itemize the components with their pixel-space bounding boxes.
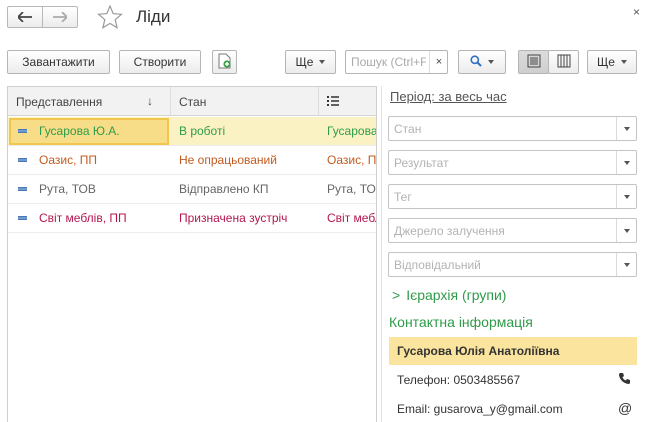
add-document-icon xyxy=(218,53,232,72)
hierarchy-toggle[interactable]: > Ієрархія (групи) xyxy=(392,287,506,303)
panel-divider xyxy=(381,86,382,422)
list-view-icon xyxy=(527,54,541,71)
chevron-down-icon xyxy=(620,60,627,64)
chevron-down-icon[interactable] xyxy=(616,219,636,242)
create-button-label: Створити xyxy=(133,55,187,69)
filter-state-select[interactable]: Стан xyxy=(388,116,637,141)
favorite-star-icon[interactable] xyxy=(97,4,123,32)
clear-search-icon[interactable]: × xyxy=(429,51,448,73)
contact-name: Гусарова Юлія Анатоліївна xyxy=(389,337,637,365)
cell-extra: Рута, ТОВ xyxy=(327,182,376,196)
filter-responsible-select[interactable]: Відповідальний xyxy=(388,252,637,277)
sort-down-icon: ↓ xyxy=(147,94,153,108)
lead-item-icon xyxy=(18,129,27,133)
search-field[interactable]: × xyxy=(345,50,448,74)
cell-extra: Оазис, ПП xyxy=(327,153,377,167)
search-button[interactable] xyxy=(458,50,506,74)
create-button[interactable]: Створити xyxy=(119,50,201,74)
hierarchy-label: Ієрархія (групи) xyxy=(406,287,507,303)
chevron-down-icon[interactable] xyxy=(616,151,636,174)
column-header-settings[interactable] xyxy=(319,87,376,116)
forward-button[interactable] xyxy=(42,6,78,28)
chevron-down-icon[interactable] xyxy=(616,117,636,140)
list-view-button[interactable] xyxy=(518,50,549,74)
cell-state: Відправлено КП xyxy=(179,182,269,196)
filter-placeholder: Стан xyxy=(394,122,422,136)
cell-extra: Гусарова Юлія Анатоліївна xyxy=(327,124,377,138)
chevron-down-icon[interactable] xyxy=(616,253,636,276)
chevron-down-icon[interactable] xyxy=(616,185,636,208)
table-row[interactable]: Оазис, ПП Не опрацьований Оазис, ПП xyxy=(8,146,377,175)
cell-state: Не опрацьований xyxy=(179,153,277,167)
period-filter-link[interactable]: Період: за весь час xyxy=(390,89,507,104)
arrow-right-icon xyxy=(53,12,67,22)
table-row[interactable]: Світ меблів, ПП Призначена зустріч Світ ме… xyxy=(8,204,376,233)
lead-item-icon xyxy=(18,187,27,191)
tree-view-button[interactable] xyxy=(548,50,579,74)
page-title: Ліди xyxy=(136,7,171,26)
column-header-state[interactable]: Стан xyxy=(171,87,319,116)
chevron-down-icon xyxy=(488,60,494,64)
cell-extra: Світ меблів, ПП xyxy=(327,211,376,225)
column-header-representation[interactable]: Представлення ↓ xyxy=(8,87,171,116)
cell-state: В роботі xyxy=(179,124,226,138)
filter-placeholder: Відповідальний xyxy=(394,258,481,272)
cell-representation: Гусарова Ю.А. xyxy=(39,124,120,138)
more-button-label: Ще xyxy=(295,55,314,69)
load-button[interactable]: Завантажити xyxy=(7,50,110,74)
add-document-button[interactable] xyxy=(212,50,237,74)
columns-view-icon xyxy=(557,54,571,71)
lead-item-icon xyxy=(18,216,27,220)
contact-email: Email: gusarova_y@gmail.com xyxy=(397,402,563,416)
table-row[interactable]: Рута, ТОВ Відправлено КП Рута, ТОВ xyxy=(8,175,376,204)
more-button[interactable]: Ще xyxy=(285,50,336,74)
load-button-label: Завантажити xyxy=(22,55,95,69)
cell-representation: Світ меблів, ПП xyxy=(39,211,127,225)
cell-representation: Рута, ТОВ xyxy=(39,182,96,196)
more-button-2[interactable]: Ще xyxy=(587,50,637,74)
more-button-2-label: Ще xyxy=(597,55,615,69)
arrow-left-icon xyxy=(18,12,32,22)
column-label: Стан xyxy=(179,94,207,109)
cell-representation: Оазис, ПП xyxy=(39,153,97,167)
filter-source-select[interactable]: Джерело залучення xyxy=(388,218,637,243)
cell-state: Призначена зустріч xyxy=(179,211,288,225)
filter-placeholder: Результат xyxy=(394,156,449,170)
list-settings-icon xyxy=(327,95,339,109)
phone-icon[interactable] xyxy=(618,372,631,388)
magnifier-icon xyxy=(470,54,482,70)
contact-phone: Телефон: 0503485567 xyxy=(397,373,521,387)
leads-table: Представлення ↓ Стан Гусарова Ю.А. В робо… xyxy=(7,86,377,422)
chevron-right-icon: > xyxy=(392,287,401,303)
filter-tag-select[interactable]: Тег xyxy=(388,184,637,209)
chevron-down-icon xyxy=(319,60,326,64)
close-icon[interactable]: × xyxy=(633,5,640,19)
email-icon[interactable]: @ xyxy=(618,400,632,416)
filter-result-select[interactable]: Результат xyxy=(388,150,637,175)
table-row[interactable]: Гусарова Ю.А. В роботі Гусарова Юлія Анато… xyxy=(8,117,377,146)
back-button[interactable] xyxy=(7,6,43,28)
filter-placeholder: Тег xyxy=(394,190,412,204)
contact-info-title: Контактна інформація xyxy=(389,314,533,330)
filter-placeholder: Джерело залучення xyxy=(394,224,505,238)
search-input[interactable] xyxy=(346,51,426,73)
column-label: Представлення xyxy=(16,94,103,109)
table-header: Представлення ↓ Стан xyxy=(8,87,376,116)
lead-item-icon xyxy=(18,158,27,162)
